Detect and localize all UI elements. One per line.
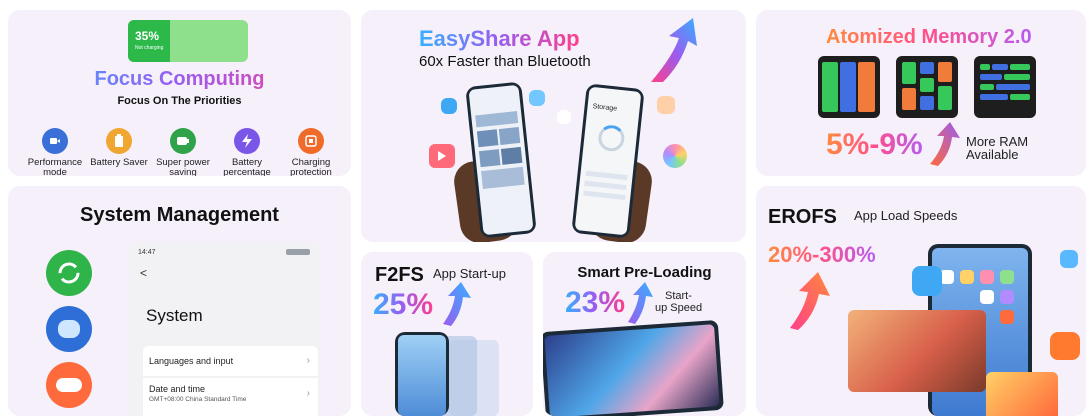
preload-sub-line2: up Speed	[655, 302, 703, 314]
feature-label: Performance mode	[27, 157, 83, 177]
f2fs-sub: App Start-up	[433, 266, 506, 281]
easyshare-title: EasyShare App	[419, 26, 580, 51]
setting-row-label: Languages and input	[149, 356, 234, 366]
setting-row-languages[interactable]: Languages and input ›	[143, 346, 318, 376]
feature-label: Battery Saver	[90, 157, 148, 168]
settings-page-title: System	[146, 306, 203, 325]
twitter-app-icon	[441, 98, 457, 114]
feature-label: Super power saving	[156, 157, 210, 177]
setting-row-sub: GMT+08:00 China Standard Time	[149, 396, 247, 403]
preload-up-arrow-icon	[628, 282, 653, 324]
setting-row-label: Date and time	[149, 384, 206, 394]
feature-charging-protection[interactable]: Charging protection	[276, 128, 346, 176]
memory-tile-3	[974, 56, 1036, 118]
kid-app-icon	[657, 96, 675, 114]
memory-tile-2	[896, 56, 958, 118]
memory-range: 5%-9%	[826, 128, 923, 161]
photo-preview	[848, 310, 986, 392]
status-icons	[286, 249, 310, 255]
gallery-app-icon	[663, 144, 687, 168]
memory-tile-1	[818, 56, 880, 118]
left-phone-screen	[468, 84, 534, 236]
erofs-title: EROFS	[768, 206, 837, 228]
erofs-range: 20%-300%	[768, 242, 876, 267]
battery-percentage-icon	[234, 128, 260, 154]
system-management-card: System Management 14:47 < System Languag…	[8, 186, 351, 416]
storage-ring	[597, 123, 626, 153]
status-time: 14:47	[138, 249, 156, 256]
f2fs-up-arrow-icon	[443, 282, 471, 326]
feature-performance-mode[interactable]: Performance mode	[20, 128, 90, 176]
chat-app-icon	[529, 90, 545, 106]
focus-computing-card: 35% Not charging Focus Computing Focus O…	[8, 10, 351, 176]
right-phone-screen: Storage	[574, 86, 642, 236]
battery-widget: 35% Not charging	[128, 20, 248, 62]
files-app-icon	[557, 110, 571, 124]
f2fs-percent: 25%	[373, 288, 434, 321]
chevron-right-icon: ›	[306, 355, 310, 366]
back-icon[interactable]: <	[140, 266, 147, 280]
erofs-sub: App Load Speeds	[854, 208, 958, 223]
chevron-right-icon: ›	[306, 388, 310, 399]
battery-percent: 35%	[135, 29, 160, 43]
sync-app-icon[interactable]	[46, 250, 92, 296]
smart-preloading-card: Smart Pre-Loading 23% Start- up Speed	[543, 252, 746, 416]
erofs-up-arrow-icon	[790, 272, 830, 330]
game-screen	[544, 324, 720, 416]
f2fs-card: F2FS App Start-up 25%	[361, 252, 533, 416]
easyshare-subtitle: 60x Faster than Bluetooth	[419, 53, 591, 70]
performance-icon	[42, 128, 68, 154]
youtube-app-icon	[429, 144, 455, 168]
up-arrow-icon	[651, 18, 697, 82]
mascot-app-icon[interactable]	[46, 306, 92, 352]
easyshare-card: EasyShare App 60x Faster than Bluetooth …	[361, 10, 746, 242]
erofs-card: EROFS App Load Speeds 20%-300%	[756, 186, 1086, 416]
atomized-memory-card: Atomized Memory 2.0 5%-9% More RAM Avail…	[756, 10, 1086, 176]
feature-battery-percentage[interactable]: Battery percentage	[212, 128, 282, 176]
focus-title: Focus Computing	[8, 68, 351, 91]
feature-battery-saver[interactable]: Battery Saver	[84, 128, 154, 168]
game-app-icon[interactable]	[46, 362, 92, 408]
battery-saver-icon	[106, 128, 132, 154]
memory-note-line2: Available	[966, 147, 1019, 162]
f2fs-title: F2FS	[375, 264, 424, 286]
feature-label: Battery percentage	[223, 157, 271, 177]
charging-protection-icon	[298, 128, 324, 154]
preload-percent: 23%	[565, 286, 626, 319]
photo-preview-2	[986, 372, 1058, 416]
game-phone	[543, 319, 724, 416]
weather-app-icon	[1060, 250, 1078, 268]
system-title: System Management	[80, 204, 279, 226]
feature-label: Charging protection	[290, 157, 332, 177]
kid-app-icon	[1050, 332, 1080, 360]
setting-row-date-time[interactable]: Date and time GMT+08:00 China Standard T…	[143, 378, 318, 416]
preload-sub-line1: Start-	[665, 290, 692, 302]
f2fs-phone	[395, 332, 449, 416]
memory-up-arrow-icon	[930, 122, 960, 166]
super-power-saving-icon	[170, 128, 196, 154]
focus-subtitle: Focus On The Priorities	[117, 95, 242, 107]
memory-title: Atomized Memory 2.0	[826, 26, 1032, 48]
feature-super-power-saving[interactable]: Super power saving	[148, 128, 218, 176]
preload-title: Smart Pre-Loading	[577, 264, 712, 281]
storage-title: Storage	[592, 103, 618, 113]
battery-status: Not charging	[135, 45, 164, 51]
twitter-app-icon	[912, 266, 942, 296]
